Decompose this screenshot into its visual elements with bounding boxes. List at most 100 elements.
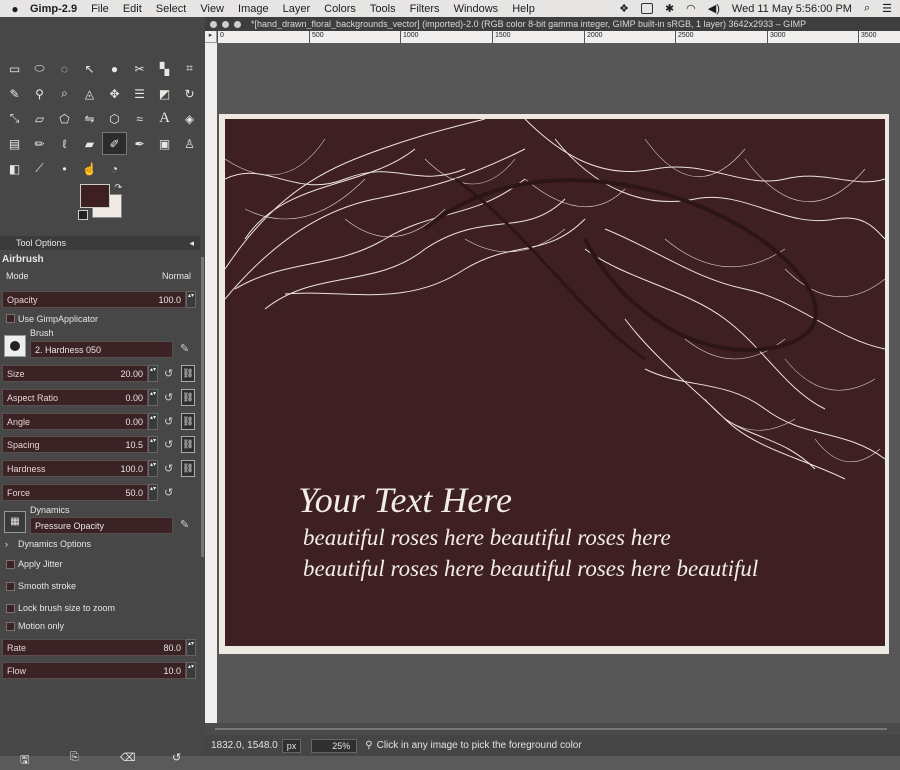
size-reset-icon[interactable]: ↺ (164, 367, 173, 380)
size-spinner[interactable]: ▴▾ (148, 365, 158, 382)
hardness-link-icon[interactable]: ⛓ (181, 460, 195, 477)
save-options-icon[interactable]: 🖫 (20, 751, 29, 770)
shear-icon[interactable]: ▱ (27, 107, 52, 130)
rect-select-icon[interactable]: ▭ (2, 57, 27, 80)
chevron-right-icon[interactable]: › (5, 539, 8, 549)
edit-brush-icon[interactable]: ✎ (180, 342, 189, 355)
measure-icon[interactable]: ◬ (77, 82, 102, 105)
restore-options-icon[interactable]: ⎘ (70, 751, 79, 764)
minimize-window-icon[interactable] (222, 20, 229, 28)
angle-link-icon[interactable]: ⛓ (181, 413, 195, 430)
mode-dropdown[interactable]: Normal (162, 271, 191, 281)
size-slider[interactable]: Size 20.00 (2, 365, 148, 382)
wifi-icon[interactable]: ◠ (686, 2, 696, 15)
free-select-icon[interactable]: ◌ (52, 57, 77, 80)
blur-icon[interactable]: • (52, 157, 77, 180)
horizontal-scrollbar[interactable] (205, 723, 900, 735)
menu-file[interactable]: File (91, 3, 109, 15)
aspect-ratio-link-icon[interactable]: ⛓ (181, 389, 195, 406)
airbrush-icon[interactable]: ✐ (102, 132, 127, 155)
clone-icon[interactable]: ♙ (177, 132, 202, 155)
dynamics-field[interactable]: Pressure Opacity (30, 517, 173, 534)
spacing-slider[interactable]: Spacing 10.5 (2, 436, 148, 453)
dodge-burn-icon[interactable]: ◔ (102, 157, 127, 180)
crop-icon[interactable]: ⌗ (177, 57, 202, 80)
lock-brush-checkbox[interactable] (6, 604, 15, 613)
menu-layer[interactable]: Layer (283, 3, 311, 15)
quick-mask-corner-icon[interactable]: ▸ (205, 31, 217, 43)
foreground-color-swatch[interactable] (80, 184, 110, 208)
menu-tools[interactable]: Tools (370, 3, 396, 15)
eraser-icon[interactable]: ▰ (77, 132, 102, 155)
flow-spinner[interactable]: ▴▾ (186, 662, 196, 679)
motion-only-checkbox[interactable] (6, 622, 15, 631)
apply-jitter-checkbox[interactable] (6, 560, 15, 569)
foreground-select-icon[interactable]: ▚ (152, 57, 177, 80)
warp-icon[interactable]: ≈ (127, 107, 152, 130)
opacity-slider[interactable]: Opacity 100.0 (2, 291, 186, 308)
opacity-spinner[interactable]: ▴▾ (186, 291, 196, 308)
zoom-dropdown[interactable]: 25% (311, 738, 358, 753)
flip-icon[interactable]: ⇋ (77, 107, 102, 130)
brush-preview[interactable] (4, 335, 26, 357)
aspect-ratio-spinner[interactable]: ▴▾ (148, 389, 158, 406)
menu-image[interactable]: Image (238, 3, 269, 15)
menu-help[interactable]: Help (512, 3, 535, 15)
pencil-icon[interactable]: ✏ (27, 132, 52, 155)
tool-options-tab[interactable]: Tool Options ◂ (0, 236, 200, 250)
hardness-spinner[interactable]: ▴▾ (148, 460, 158, 477)
ink-icon[interactable]: ✒ (127, 132, 152, 155)
ellipse-select-icon[interactable]: ⬭ (27, 57, 52, 80)
swap-colors-icon[interactable]: ↷ (114, 182, 122, 193)
spacing-link-icon[interactable]: ⛓ (181, 436, 195, 453)
color-picker-icon[interactable]: ⚲ (27, 82, 52, 105)
menu-filters[interactable]: Filters (410, 3, 440, 15)
angle-reset-icon[interactable]: ↺ (164, 415, 173, 428)
fuzzy-select-icon[interactable]: ↖ (77, 57, 102, 80)
unit-dropdown[interactable]: px (281, 738, 302, 753)
hardness-reset-icon[interactable]: ↺ (164, 462, 173, 475)
aspect-ratio-reset-icon[interactable]: ↺ (164, 391, 173, 404)
image-canvas[interactable]: Your Text Here beautiful roses here beau… (219, 114, 889, 654)
rotate-icon[interactable]: ↻ (177, 82, 202, 105)
perspective-icon[interactable]: ⬠ (52, 107, 77, 130)
bucket-fill-icon[interactable]: ◈ (177, 107, 202, 130)
search-icon[interactable]: ⌕ (864, 2, 870, 15)
flow-slider[interactable]: Flow 10.0 (2, 662, 186, 679)
menu-colors[interactable]: Colors (324, 3, 356, 15)
menu-edit[interactable]: Edit (123, 3, 142, 15)
spacing-reset-icon[interactable]: ↺ (164, 438, 173, 451)
bluetooth-icon[interactable]: ✱ (665, 2, 674, 15)
heal-icon[interactable]: ◧ (2, 157, 27, 180)
blend-icon[interactable]: ▤ (2, 132, 27, 155)
menu-view[interactable]: View (200, 3, 224, 15)
brush-name-field[interactable]: 2. Hardness 050 (30, 341, 173, 358)
force-slider[interactable]: Force 50.0 (2, 484, 148, 501)
aspect-ratio-slider[interactable]: Aspect Ratio 0.00 (2, 389, 148, 406)
reset-colors-icon[interactable] (78, 210, 88, 220)
text-icon[interactable]: A (152, 107, 177, 130)
app-menu[interactable]: Gimp-2.9 (30, 3, 77, 15)
mypaint-brush-icon[interactable]: ▣ (152, 132, 177, 155)
reset-options-icon[interactable]: ↺ (172, 751, 181, 764)
dynamics-options-expander[interactable]: Dynamics Options (18, 539, 91, 549)
scroll-track[interactable] (215, 728, 887, 730)
list-icon[interactable]: ☰ (882, 2, 892, 15)
volume-icon[interactable]: ◀) (708, 2, 720, 15)
scale-icon[interactable]: ⤡ (2, 107, 27, 130)
clock[interactable]: Wed 11 May 5:56:00 PM (732, 3, 852, 15)
align-icon[interactable]: ☰ (127, 82, 152, 105)
options-scrollbar[interactable] (201, 257, 204, 557)
use-gimpapplicator-checkbox[interactable] (6, 314, 15, 323)
zoom-icon[interactable]: ⌕ (52, 82, 77, 105)
force-spinner[interactable]: ▴▾ (148, 484, 158, 501)
menu-windows[interactable]: Windows (454, 3, 499, 15)
smudge-icon[interactable]: ☝ (77, 157, 102, 180)
angle-spinner[interactable]: ▴▾ (148, 413, 158, 430)
rate-slider[interactable]: Rate 80.0 (2, 639, 186, 656)
tab-menu-icon[interactable]: ◂ (189, 238, 194, 249)
rate-spinner[interactable]: ▴▾ (186, 639, 196, 656)
paths-icon[interactable]: ✎ (2, 82, 27, 105)
close-window-icon[interactable] (210, 20, 217, 28)
menu-select[interactable]: Select (156, 3, 187, 15)
